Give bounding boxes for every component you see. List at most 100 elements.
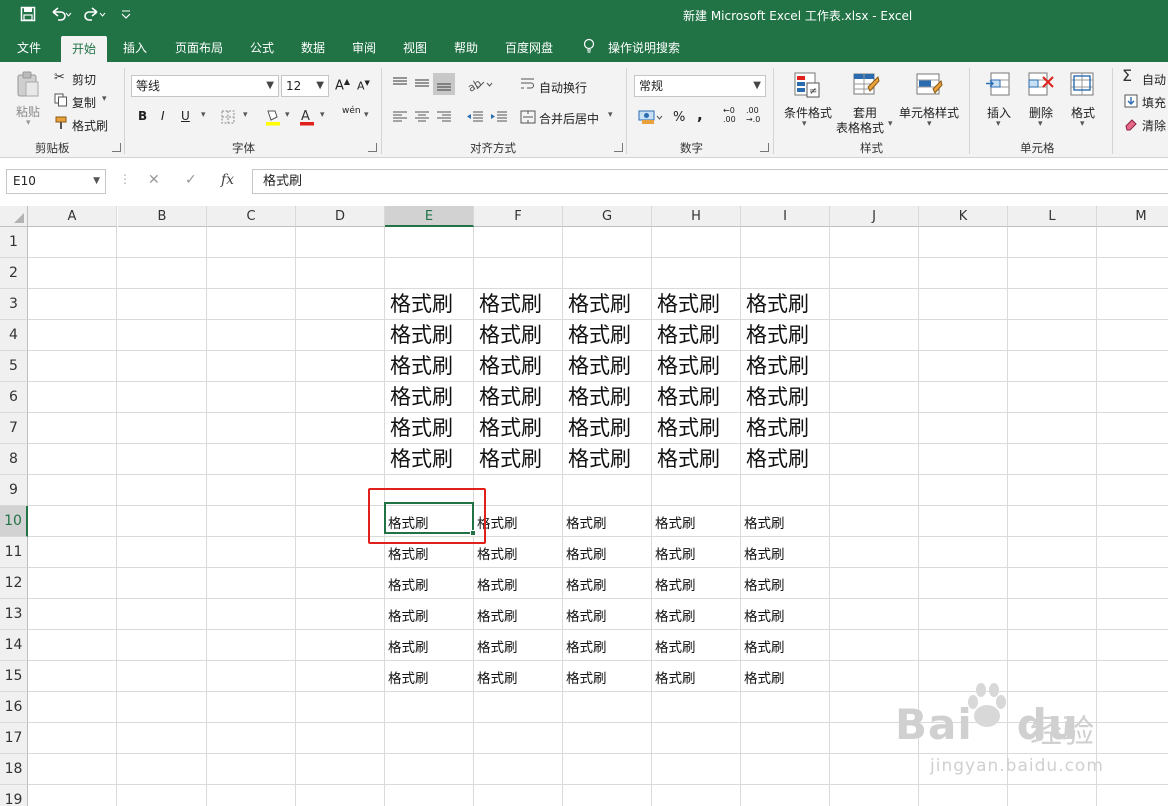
row-header[interactable]: 14 (0, 630, 28, 661)
conditional-format-button[interactable]: 条件格式 (784, 104, 832, 121)
align-right-icon[interactable] (436, 110, 452, 129)
increase-decimal-button[interactable]: ←0.00 (723, 106, 736, 124)
border-icon[interactable] (221, 110, 237, 129)
format-as-table-button[interactable]: 表格格式 (836, 119, 884, 136)
cell-H3[interactable]: 格式刷 (652, 289, 720, 320)
wrap-text-button[interactable]: 自动换行 (539, 79, 587, 96)
cell-G4[interactable]: 格式刷 (563, 320, 631, 351)
font-size-select[interactable]: 12 ▼ (281, 75, 329, 97)
cell-E8[interactable]: 格式刷 (385, 444, 453, 475)
tab-file[interactable]: 文件 (17, 39, 41, 56)
row-header[interactable]: 5 (0, 351, 28, 382)
conditional-dropdown-icon[interactable]: ▾ (802, 119, 807, 129)
phonetic-dropdown-icon[interactable]: ▾ (364, 110, 369, 120)
cell-H12[interactable]: 格式刷 (652, 571, 696, 602)
undo-icon[interactable] (50, 6, 72, 27)
orientation-icon[interactable]: ab (465, 76, 493, 97)
row-header[interactable]: 11 (0, 537, 28, 568)
fill-color-icon[interactable] (264, 108, 282, 131)
delete-dropdown-icon[interactable]: ▾ (1038, 119, 1043, 129)
copy-dropdown-icon[interactable]: ▾ (102, 94, 107, 104)
cell-G14[interactable]: 格式刷 (563, 633, 607, 664)
row-header[interactable]: 1 (0, 227, 28, 258)
row-header[interactable]: 17 (0, 723, 28, 754)
column-header[interactable]: K (919, 206, 1008, 227)
cell-I5[interactable]: 格式刷 (741, 351, 809, 382)
tab-view[interactable]: 视图 (403, 39, 427, 56)
comma-style-button[interactable]: , (697, 106, 703, 124)
column-header[interactable]: M (1097, 206, 1168, 227)
cell-G10[interactable]: 格式刷 (563, 509, 607, 540)
select-all-button[interactable] (0, 206, 28, 227)
align-bottom-icon[interactable] (433, 73, 455, 95)
cell-E7[interactable]: 格式刷 (385, 413, 453, 444)
column-header[interactable]: L (1008, 206, 1097, 227)
format-dropdown-icon[interactable]: ▾ (1080, 119, 1085, 129)
cell-H4[interactable]: 格式刷 (652, 320, 720, 351)
autosum-button[interactable]: 自动 (1142, 71, 1166, 88)
cell-F3[interactable]: 格式刷 (474, 289, 542, 320)
cell-G13[interactable]: 格式刷 (563, 602, 607, 633)
row-header[interactable]: 18 (0, 754, 28, 785)
row-header[interactable]: 15 (0, 661, 28, 692)
align-left-icon[interactable] (392, 110, 408, 129)
cell-E14[interactable]: 格式刷 (385, 633, 429, 664)
cell-F4[interactable]: 格式刷 (474, 320, 542, 351)
cell-F6[interactable]: 格式刷 (474, 382, 542, 413)
row-header[interactable]: 9 (0, 475, 28, 506)
align-top-icon[interactable] (392, 76, 408, 95)
format-painter-button[interactable]: 格式刷 (72, 117, 108, 134)
underline-button[interactable]: U (181, 109, 190, 123)
row-header[interactable]: 10 (0, 506, 28, 537)
grow-font-icon[interactable]: A▲ (335, 77, 350, 93)
cut-button[interactable]: 剪切 (72, 71, 96, 88)
cell-I6[interactable]: 格式刷 (741, 382, 809, 413)
tab-page-layout[interactable]: 页面布局 (175, 39, 223, 56)
name-box-dropdown-icon[interactable]: ▼ (93, 170, 100, 193)
cell-G6[interactable]: 格式刷 (563, 382, 631, 413)
font-color-dropdown-icon[interactable]: ▾ (320, 110, 325, 120)
tab-insert[interactable]: 插入 (123, 39, 147, 56)
cell-E4[interactable]: 格式刷 (385, 320, 453, 351)
customize-icon[interactable] (120, 6, 132, 27)
align-center-icon[interactable] (414, 110, 430, 129)
cell-H6[interactable]: 格式刷 (652, 382, 720, 413)
number-format-select[interactable]: 常规 ▼ (634, 75, 766, 97)
table-format-dropdown-icon[interactable]: ▾ (888, 119, 893, 129)
cell-F8[interactable]: 格式刷 (474, 444, 542, 475)
column-header[interactable]: B (118, 206, 207, 227)
tab-baidu-netdisk[interactable]: 百度网盘 (505, 39, 553, 56)
cell-I13[interactable]: 格式刷 (741, 602, 785, 633)
cell-G11[interactable]: 格式刷 (563, 540, 607, 571)
fill-color-dropdown-icon[interactable]: ▾ (285, 110, 290, 120)
alignment-launcher-icon[interactable] (614, 143, 623, 152)
cell-E3[interactable]: 格式刷 (385, 289, 453, 320)
copy-button[interactable]: 复制 (72, 94, 96, 111)
row-header[interactable]: 4 (0, 320, 28, 351)
cell-H14[interactable]: 格式刷 (652, 633, 696, 664)
paste-icon[interactable] (14, 70, 42, 98)
cell-I7[interactable]: 格式刷 (741, 413, 809, 444)
column-header[interactable]: G (563, 206, 652, 227)
bold-button[interactable]: B (138, 109, 147, 123)
cell-F7[interactable]: 格式刷 (474, 413, 542, 444)
align-middle-icon[interactable] (414, 76, 430, 95)
cell-styles-dropdown-icon[interactable]: ▾ (927, 119, 932, 129)
cell-I8[interactable]: 格式刷 (741, 444, 809, 475)
cell-G3[interactable]: 格式刷 (563, 289, 631, 320)
cell-E11[interactable]: 格式刷 (385, 540, 429, 571)
row-header[interactable]: 13 (0, 599, 28, 630)
column-header[interactable]: I (741, 206, 830, 227)
tab-home[interactable]: 开始 (61, 36, 108, 62)
tell-me-search[interactable]: 操作说明搜索 (608, 39, 680, 56)
column-header[interactable]: C (207, 206, 296, 227)
cell-I4[interactable]: 格式刷 (741, 320, 809, 351)
font-launcher-icon[interactable] (368, 143, 377, 152)
percent-style-button[interactable]: % (673, 110, 685, 125)
row-header[interactable]: 12 (0, 568, 28, 599)
formula-input[interactable]: 格式刷 (252, 169, 1168, 194)
redo-icon[interactable] (84, 6, 106, 27)
save-icon[interactable] (20, 6, 36, 27)
column-header[interactable]: H (652, 206, 741, 227)
cell-I3[interactable]: 格式刷 (741, 289, 809, 320)
